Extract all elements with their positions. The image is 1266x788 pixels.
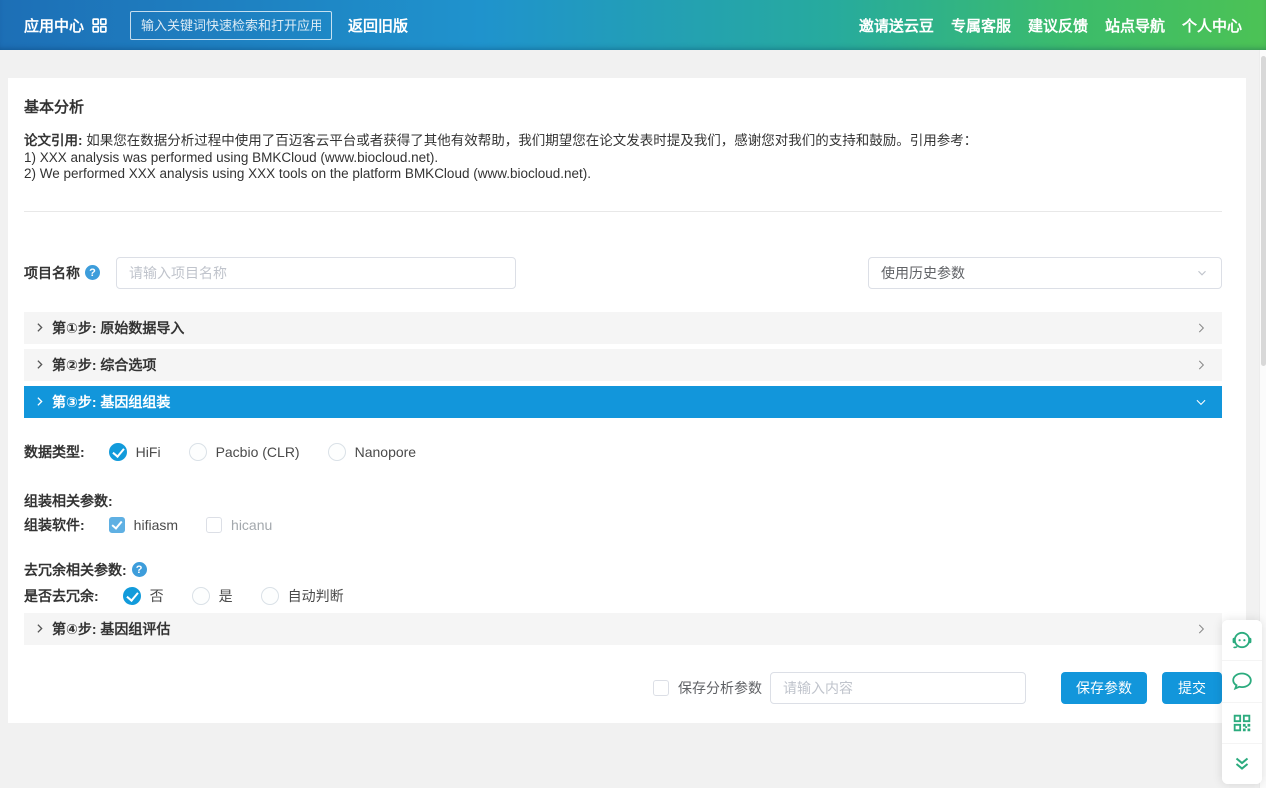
save-params-button[interactable]: 保存参数 <box>1061 672 1147 704</box>
checkbox-hifiasm[interactable]: hifiasm <box>109 517 178 533</box>
step-1-label: 第①步: 原始数据导入 <box>52 318 184 338</box>
chat-icon[interactable] <box>1222 660 1262 701</box>
step-1-header[interactable]: 第①步: 原始数据导入 <box>24 312 1222 344</box>
radio-nanopore-label: Nanopore <box>355 444 417 460</box>
scrollbar-thumb[interactable] <box>1261 56 1266 366</box>
footer-actions-row: 保存分析参数 保存参数 提交 <box>24 672 1222 704</box>
radio-dedup-yes-label: 是 <box>219 586 233 606</box>
steps-accordion: 第①步: 原始数据导入 第②步: 综合选项 第③ <box>24 312 1222 645</box>
customer-service-icon[interactable] <box>1222 620 1262 660</box>
step-2-label: 第②步: 综合选项 <box>52 355 156 375</box>
checkbox-hifiasm-label: hifiasm <box>134 517 178 533</box>
citation-intro: 论文引用: 如果您在数据分析过程中使用了百迈客云平台或者获得了其他有效帮助，我们… <box>24 133 1222 150</box>
radio-dedup-yes[interactable]: 是 <box>192 586 233 606</box>
software-label: 组装软件: <box>24 515 85 535</box>
dedup-row: 是否去冗余: 否 是 自动判断 <box>24 587 1222 605</box>
back-old-version-link[interactable]: 返回旧版 <box>348 15 408 36</box>
radio-pacbio-label: Pacbio (CLR) <box>216 444 300 460</box>
radio-nanopore[interactable]: Nanopore <box>328 443 417 461</box>
project-name-row: 项目名称 使用历史参数 <box>24 257 1222 289</box>
assembly-params-title-row: 组装相关参数: <box>24 492 1222 510</box>
divider <box>24 211 1222 212</box>
floating-toolbar <box>1222 620 1262 784</box>
citation-block: 论文引用: 如果您在数据分析过程中使用了百迈客云平台或者获得了其他有效帮助，我们… <box>24 133 1222 183</box>
dedup-params-title-row: 去冗余相关参数: <box>24 561 1222 579</box>
citation-text: 如果您在数据分析过程中使用了百迈客云平台或者获得了其他有效帮助，我们期望您在论文… <box>83 133 978 148</box>
history-params-value: 使用历史参数 <box>881 263 965 283</box>
qr-code-icon[interactable] <box>1222 702 1262 743</box>
save-params-checkbox[interactable] <box>653 680 669 696</box>
step-4-label: 第④步: 基因组评估 <box>52 619 170 639</box>
apps-grid-icon <box>91 17 108 34</box>
step-4-header[interactable]: 第④步: 基因组评估 <box>24 613 1222 645</box>
radio-checked-icon <box>123 587 141 605</box>
citation-line-1: 1) XXX analysis was performed using BMKC… <box>24 150 1222 167</box>
chevron-down-icon <box>1195 266 1209 280</box>
history-params-select[interactable]: 使用历史参数 <box>868 257 1222 289</box>
radio-unchecked-icon <box>192 587 210 605</box>
radio-unchecked-icon <box>189 443 207 461</box>
dedup-label: 是否去冗余: <box>24 586 99 606</box>
data-type-options: HiFi Pacbio (CLR) Nanopore <box>109 443 444 461</box>
chevron-right-icon <box>1194 622 1208 636</box>
radio-dedup-no[interactable]: 否 <box>123 586 164 606</box>
top-header: 应用中心 返回旧版 邀请送云豆 专属客服 建议反馈 站点导航 个人中心 <box>0 0 1266 50</box>
checkbox-checked-icon <box>109 517 125 533</box>
radio-dedup-auto[interactable]: 自动判断 <box>261 586 344 606</box>
data-type-label: 数据类型: <box>24 442 85 462</box>
software-options: hifiasm hicanu <box>109 517 301 533</box>
app-center-brand[interactable]: 应用中心 <box>24 15 108 36</box>
checkbox-hicanu[interactable]: hicanu <box>206 517 272 533</box>
page-title: 基本分析 <box>24 78 1222 116</box>
chevron-right-icon <box>33 358 46 371</box>
header-search-input[interactable] <box>130 11 332 40</box>
step-3-header[interactable]: 第③步: 基因组组装 <box>24 386 1222 418</box>
step-2-header[interactable]: 第②步: 综合选项 <box>24 349 1222 381</box>
citation-line-2: 2) We performed XXX analysis using XXX t… <box>24 166 1222 183</box>
project-name-input[interactable] <box>116 257 516 289</box>
save-params-checkbox-label: 保存分析参数 <box>678 678 762 698</box>
nav-dedicated-support[interactable]: 专属客服 <box>951 15 1011 36</box>
nav-invite-beans[interactable]: 邀请送云豆 <box>859 15 934 36</box>
brand-title: 应用中心 <box>24 15 84 36</box>
data-type-row: 数据类型: HiFi Pacbio (CLR) Nanopore <box>24 443 1222 461</box>
assembly-params-label: 组装相关参数: <box>24 491 113 511</box>
checkbox-hicanu-label: hicanu <box>231 517 272 533</box>
chevron-right-icon <box>33 622 46 635</box>
radio-checked-icon <box>109 443 127 461</box>
submit-button[interactable]: 提交 <box>1162 672 1222 704</box>
dedup-params-label: 去冗余相关参数: <box>24 560 127 580</box>
radio-hifi-label: HiFi <box>136 444 161 460</box>
radio-pacbio-clr[interactable]: Pacbio (CLR) <box>189 443 300 461</box>
header-search <box>130 11 332 40</box>
radio-dedup-no-label: 否 <box>150 586 164 606</box>
radio-unchecked-icon <box>261 587 279 605</box>
citation-label: 论文引用: <box>24 133 83 148</box>
radio-hifi[interactable]: HiFi <box>109 443 161 461</box>
dedup-options: 否 是 自动判断 <box>123 586 372 606</box>
dedup-help-icon[interactable] <box>132 562 147 577</box>
chevron-right-icon <box>33 395 46 408</box>
nav-site-map[interactable]: 站点导航 <box>1105 15 1165 36</box>
nav-feedback[interactable]: 建议反馈 <box>1028 15 1088 36</box>
step-3-label: 第③步: 基因组组装 <box>52 392 170 412</box>
collapse-down-icon[interactable] <box>1222 743 1262 784</box>
nav-personal-center[interactable]: 个人中心 <box>1182 15 1242 36</box>
chevron-right-icon <box>33 321 46 334</box>
checkbox-unchecked-icon <box>206 517 222 533</box>
project-help-icon[interactable] <box>85 265 100 280</box>
app-viewport: 应用中心 返回旧版 邀请送云豆 专属客服 建议反馈 站点导航 个人中心 基本分析… <box>0 0 1266 788</box>
chevron-right-icon <box>1194 321 1208 335</box>
chevron-down-icon <box>1194 395 1208 409</box>
assembly-panel: 数据类型: HiFi Pacbio (CLR) Nanopore <box>24 443 1222 605</box>
header-nav: 邀请送云豆 专属客服 建议反馈 站点导航 个人中心 <box>859 15 1242 36</box>
chevron-right-icon <box>1194 358 1208 372</box>
analysis-card: 基本分析 论文引用: 如果您在数据分析过程中使用了百迈客云平台或者获得了其他有效… <box>8 78 1246 723</box>
save-params-name-input[interactable] <box>770 672 1026 704</box>
radio-dedup-auto-label: 自动判断 <box>288 586 344 606</box>
software-row: 组装软件: hifiasm hicanu <box>24 516 1222 534</box>
radio-unchecked-icon <box>328 443 346 461</box>
project-name-label: 项目名称 <box>24 263 80 283</box>
